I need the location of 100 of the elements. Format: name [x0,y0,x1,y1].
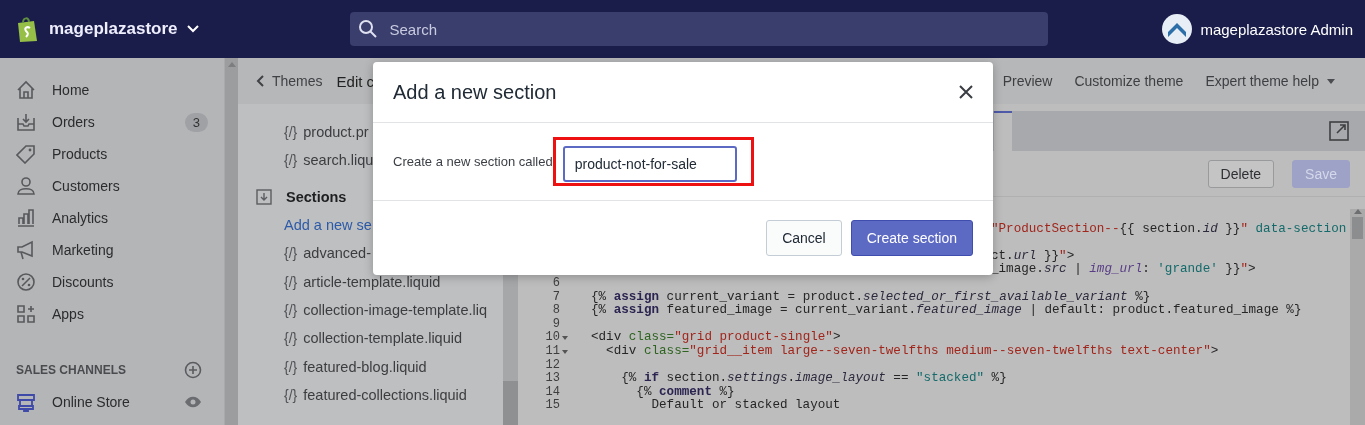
count-badge: 3 [184,112,209,132]
add-section-link[interactable]: Add a new se [284,217,372,234]
header-link[interactable]: Customize theme [1074,73,1184,89]
discount-icon [16,272,36,292]
nav-label: Marketing [52,242,114,258]
file-name: product.pr [303,124,369,141]
code-line: _image.src | img_url: 'grande' }}"> [991,263,1256,277]
apps-icon [16,304,36,324]
expand-icon[interactable] [1329,121,1349,141]
nav-item[interactable]: Analytics [0,202,225,234]
add-circle-icon[interactable] [184,361,203,379]
fold-caret-icon[interactable] [562,349,568,354]
cancel-button[interactable]: Cancel [766,220,842,256]
nav-label: Discounts [52,274,114,290]
folder-name: Sections [286,188,347,205]
code-line: Default or stacked layout [650,399,841,413]
line-number: 11 [545,344,560,359]
scroll-up-icon[interactable] [1353,209,1362,214]
file-item[interactable]: {/} advanced- [238,239,371,268]
file-glyph: {/} [284,386,298,403]
store-name[interactable]: mageplazastore [49,19,178,39]
file-item[interactable]: {/} featured-collections.liquid [238,380,467,409]
line-number: 13 [545,372,560,386]
code-line: {% comment %} [635,385,735,399]
nav-label: Analytics [52,210,109,226]
code-line: "ProductSection--{{ section.id }}" data-section [991,222,1347,237]
line-number: 12 [545,358,560,372]
line-number: 9 [551,317,560,331]
nav-item[interactable]: Discounts [0,266,225,298]
header-link[interactable]: Expert theme help [1205,73,1335,89]
section-name-field[interactable]: product-not-for-sale [562,146,737,182]
scrollbar[interactable] [224,58,238,425]
line-number: 15 [545,399,560,413]
person-icon [16,176,36,196]
code-line: <div class="grid product-single"> [591,331,841,345]
section-heading: SALES CHANNELS [16,363,126,377]
back-link[interactable]: Themes [256,73,323,89]
bar-chart-icon [16,208,36,228]
create-button[interactable]: Create section [850,220,973,256]
nav-label: Home [52,82,90,98]
fold-caret-icon[interactable] [562,336,568,341]
file-item[interactable]: {/} collection-image-template.liq [238,295,487,325]
nav-item[interactable]: Home [0,74,225,106]
home-icon [16,80,36,100]
file-name: article-template.liquid [303,273,441,290]
nav-label: Products [52,146,108,162]
scrollbar[interactable] [1350,209,1365,425]
scroll-thumb[interactable] [503,381,518,425]
nav-item[interactable]: Products [0,138,225,170]
file-glyph: {/} [284,152,298,169]
line-number: 6 [551,276,560,291]
line-number: 7 [551,290,560,304]
folder-download-icon [256,188,272,205]
nav-label: Online Store [52,394,130,410]
action-button[interactable]: Delete [1207,159,1275,188]
eye-icon[interactable] [184,395,203,409]
file-name: featured-blog.liquid [303,358,427,375]
file-item[interactable]: {/} product.pr [238,118,369,147]
line-number: 14 [545,385,560,399]
code-line: {% if section.settings.image_layout == "stacked" %} [620,372,1007,386]
file-glyph: {/} [284,330,298,347]
header-link[interactable]: Preview [1002,73,1053,89]
line-number: 8 [551,304,560,318]
file-glyph: {/} [284,358,298,375]
file-name: featured-collections.liquid [303,386,467,403]
storefront-icon [16,392,36,412]
file-glyph: {/} [284,124,298,141]
nav-item[interactable]: Online Store [0,386,225,418]
file-item[interactable]: {/} featured-blog.liquid [238,352,427,381]
file-item[interactable]: {/} collection-template.liquid [238,324,463,353]
close-icon[interactable] [959,85,973,99]
search-field[interactable]: Search [349,12,1048,46]
file-name: collection-image-template.liq [303,301,487,318]
file-item[interactable]: {/} search.liqu [238,146,374,175]
chevron-down-icon[interactable] [185,24,200,34]
file-name: search.liqu [303,152,374,169]
chevron-left-icon [256,75,264,87]
nav-item[interactable]: Marketing [0,234,225,266]
caret-icon [1327,78,1335,84]
file-item[interactable]: {/} article-template.liquid [238,267,441,296]
file-name: advanced- [303,245,371,262]
nav-item[interactable]: Orders 3 [0,106,225,138]
tag-icon [16,144,36,164]
code-line: {% assign featured_image = current_variant.featured_image | default: product.featured_image %} [591,304,1302,318]
code-line: {% assign current_variant = product.selected_or_first_available_variant %} [591,290,1151,304]
account-name[interactable]: mageplazastore Admin [1200,20,1353,38]
field-label: Create a new section called [393,154,553,169]
nav-item[interactable]: Customers [0,170,225,202]
bag-logo-icon [15,15,39,43]
avatar-icon[interactable] [1162,14,1193,44]
nav-label: Customers [52,178,120,194]
search-icon [357,19,378,39]
nav-label: Apps [52,306,84,322]
file-glyph: {/} [284,301,298,318]
scroll-thumb[interactable] [1352,217,1363,239]
search-input[interactable]: Search [387,19,992,39]
megaphone-icon [16,240,36,260]
file-glyph: {/} [284,245,298,262]
line-number: 10 [545,331,560,345]
nav-item[interactable]: Apps [0,298,225,330]
